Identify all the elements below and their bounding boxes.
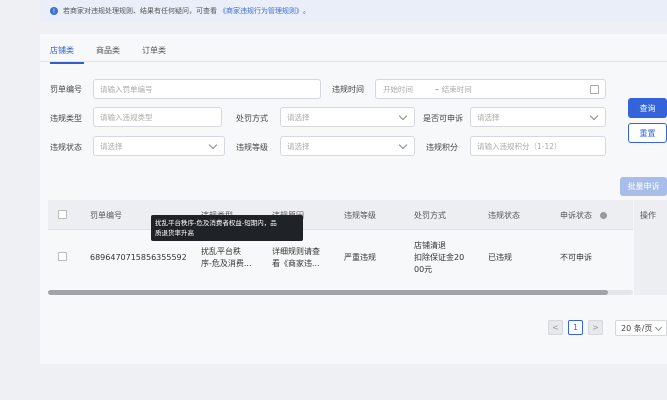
info-icon: ! bbox=[50, 7, 58, 15]
calendar-icon bbox=[590, 85, 599, 94]
appealable-select[interactable]: 请选择 bbox=[470, 107, 606, 127]
row-violation-type-line2: 序-危及消费... bbox=[201, 259, 252, 268]
operation-column: 操作 bbox=[634, 200, 667, 295]
violation-points-input[interactable]: 请输入违规积分（1-12） bbox=[470, 136, 606, 156]
row-violation-status: 已违规 bbox=[488, 253, 512, 262]
violation-status-select[interactable]: 请选择 bbox=[93, 136, 225, 156]
row-violation-reason-line2: 看《商家违... bbox=[272, 259, 320, 268]
penalty-no-input[interactable]: 请输入罚单编号 bbox=[93, 79, 321, 99]
tabs-divider bbox=[40, 61, 667, 62]
page-1-button[interactable]: 1 bbox=[568, 320, 583, 335]
header-operation: 操作 bbox=[640, 211, 656, 220]
batch-appeal-button[interactable]: 批量申诉 bbox=[620, 177, 667, 196]
violation-time-range[interactable]: 开始时间 – 结束时间 bbox=[375, 79, 606, 99]
prev-page-button[interactable]: < bbox=[548, 320, 563, 335]
penalty-method-select[interactable]: 请选择 bbox=[280, 107, 415, 127]
violation-level-label: 违规等级 bbox=[236, 143, 268, 152]
rules-link[interactable]: 《商家违规行为管理规则》 bbox=[219, 6, 303, 16]
notice-bar: ! 若商家对违规处理规则、结果有任何疑问，可查看 《商家违规行为管理规则》 。 bbox=[40, 0, 667, 22]
violation-status-label: 违规状态 bbox=[50, 143, 82, 152]
reset-button[interactable]: 重置 bbox=[628, 123, 667, 143]
notice-text: 若商家对违规处理规则、结果有任何疑问，可查看 bbox=[63, 7, 217, 15]
row-appeal-status: 不可申诉 bbox=[560, 253, 592, 262]
row-penalty-method: 店铺清退 扣除保证金20 00元 bbox=[414, 240, 464, 276]
row-penalty-line3: 00元 bbox=[414, 265, 433, 274]
horizontal-scrollbar[interactable] bbox=[48, 290, 633, 295]
start-time-placeholder: 开始时间 bbox=[383, 84, 413, 94]
notice-suffix: 。 bbox=[303, 7, 310, 15]
range-separator: – bbox=[435, 84, 439, 94]
row-checkbox[interactable] bbox=[58, 252, 67, 261]
row-violation-reason-line1: 详细规则请查 bbox=[272, 247, 320, 256]
next-page-button[interactable]: > bbox=[588, 320, 603, 335]
row-violation-type[interactable]: 扰乱平台秩 序-危及消费... bbox=[201, 246, 252, 270]
row-violation-reason[interactable]: 详细规则请查 看《商家违... bbox=[272, 246, 320, 270]
row-violation-type-line1: 扰乱平台秩 bbox=[201, 247, 241, 256]
row-penalty-line2: 扣除保证金20 bbox=[414, 253, 465, 262]
help-icon[interactable] bbox=[600, 212, 607, 219]
header-appeal-status: 申诉状态 bbox=[560, 211, 592, 220]
main-card: 店铺类 商品类 订单类 罚单编号 请输入罚单编号 违规时间 开始时间 – 结束时… bbox=[40, 34, 667, 364]
row-penalty-line1: 店铺清退 bbox=[414, 241, 446, 250]
end-time-placeholder: 结束时间 bbox=[441, 84, 472, 94]
header-penalty-no: 罚单编号 bbox=[90, 211, 122, 220]
header-violation-level: 违规等级 bbox=[344, 211, 376, 220]
row-violation-level: 严重违规 bbox=[344, 253, 376, 262]
violation-type-tooltip: 扰乱平台秩序-危及消费者权益-短期内，品 质退货率升高 bbox=[151, 215, 303, 241]
penalty-no-label: 罚单编号 bbox=[50, 85, 82, 94]
appealable-label: 是否可申诉 bbox=[423, 114, 463, 123]
page-size-select[interactable]: 20 条/页 bbox=[615, 320, 667, 336]
query-button[interactable]: 查询 bbox=[628, 98, 667, 118]
violation-time-label: 违规时间 bbox=[332, 85, 364, 94]
tooltip-line1: 扰乱平台秩序-危及消费者权益-短期内，品 bbox=[155, 219, 277, 227]
row-penalty-no: 6896470715856355592 bbox=[90, 253, 187, 262]
header-penalty-method: 处罚方式 bbox=[414, 211, 446, 220]
scrollbar-thumb[interactable] bbox=[48, 290, 608, 295]
violation-level-select[interactable]: 请选择 bbox=[280, 136, 415, 156]
penalty-method-label: 处罚方式 bbox=[236, 114, 268, 123]
violation-points-label: 违规积分 bbox=[426, 143, 458, 152]
table-row[interactable]: 6896470715856355592 扰乱平台秩 序-危及消费... 详细规则… bbox=[48, 230, 633, 288]
select-all-checkbox[interactable] bbox=[58, 210, 67, 219]
violation-table: 罚单编号 违规类型 违规原因 违规等级 处罚方式 违规状态 申诉状态 68964… bbox=[48, 200, 633, 295]
violation-type-input[interactable]: 请输入违规类型 bbox=[93, 107, 222, 127]
violation-type-label: 违规类型 bbox=[50, 114, 82, 123]
header-violation-status: 违规状态 bbox=[488, 211, 520, 220]
table-header: 罚单编号 违规类型 违规原因 违规等级 处罚方式 违规状态 申诉状态 bbox=[48, 200, 633, 230]
tooltip-line2: 质退货率升高 bbox=[155, 229, 194, 237]
